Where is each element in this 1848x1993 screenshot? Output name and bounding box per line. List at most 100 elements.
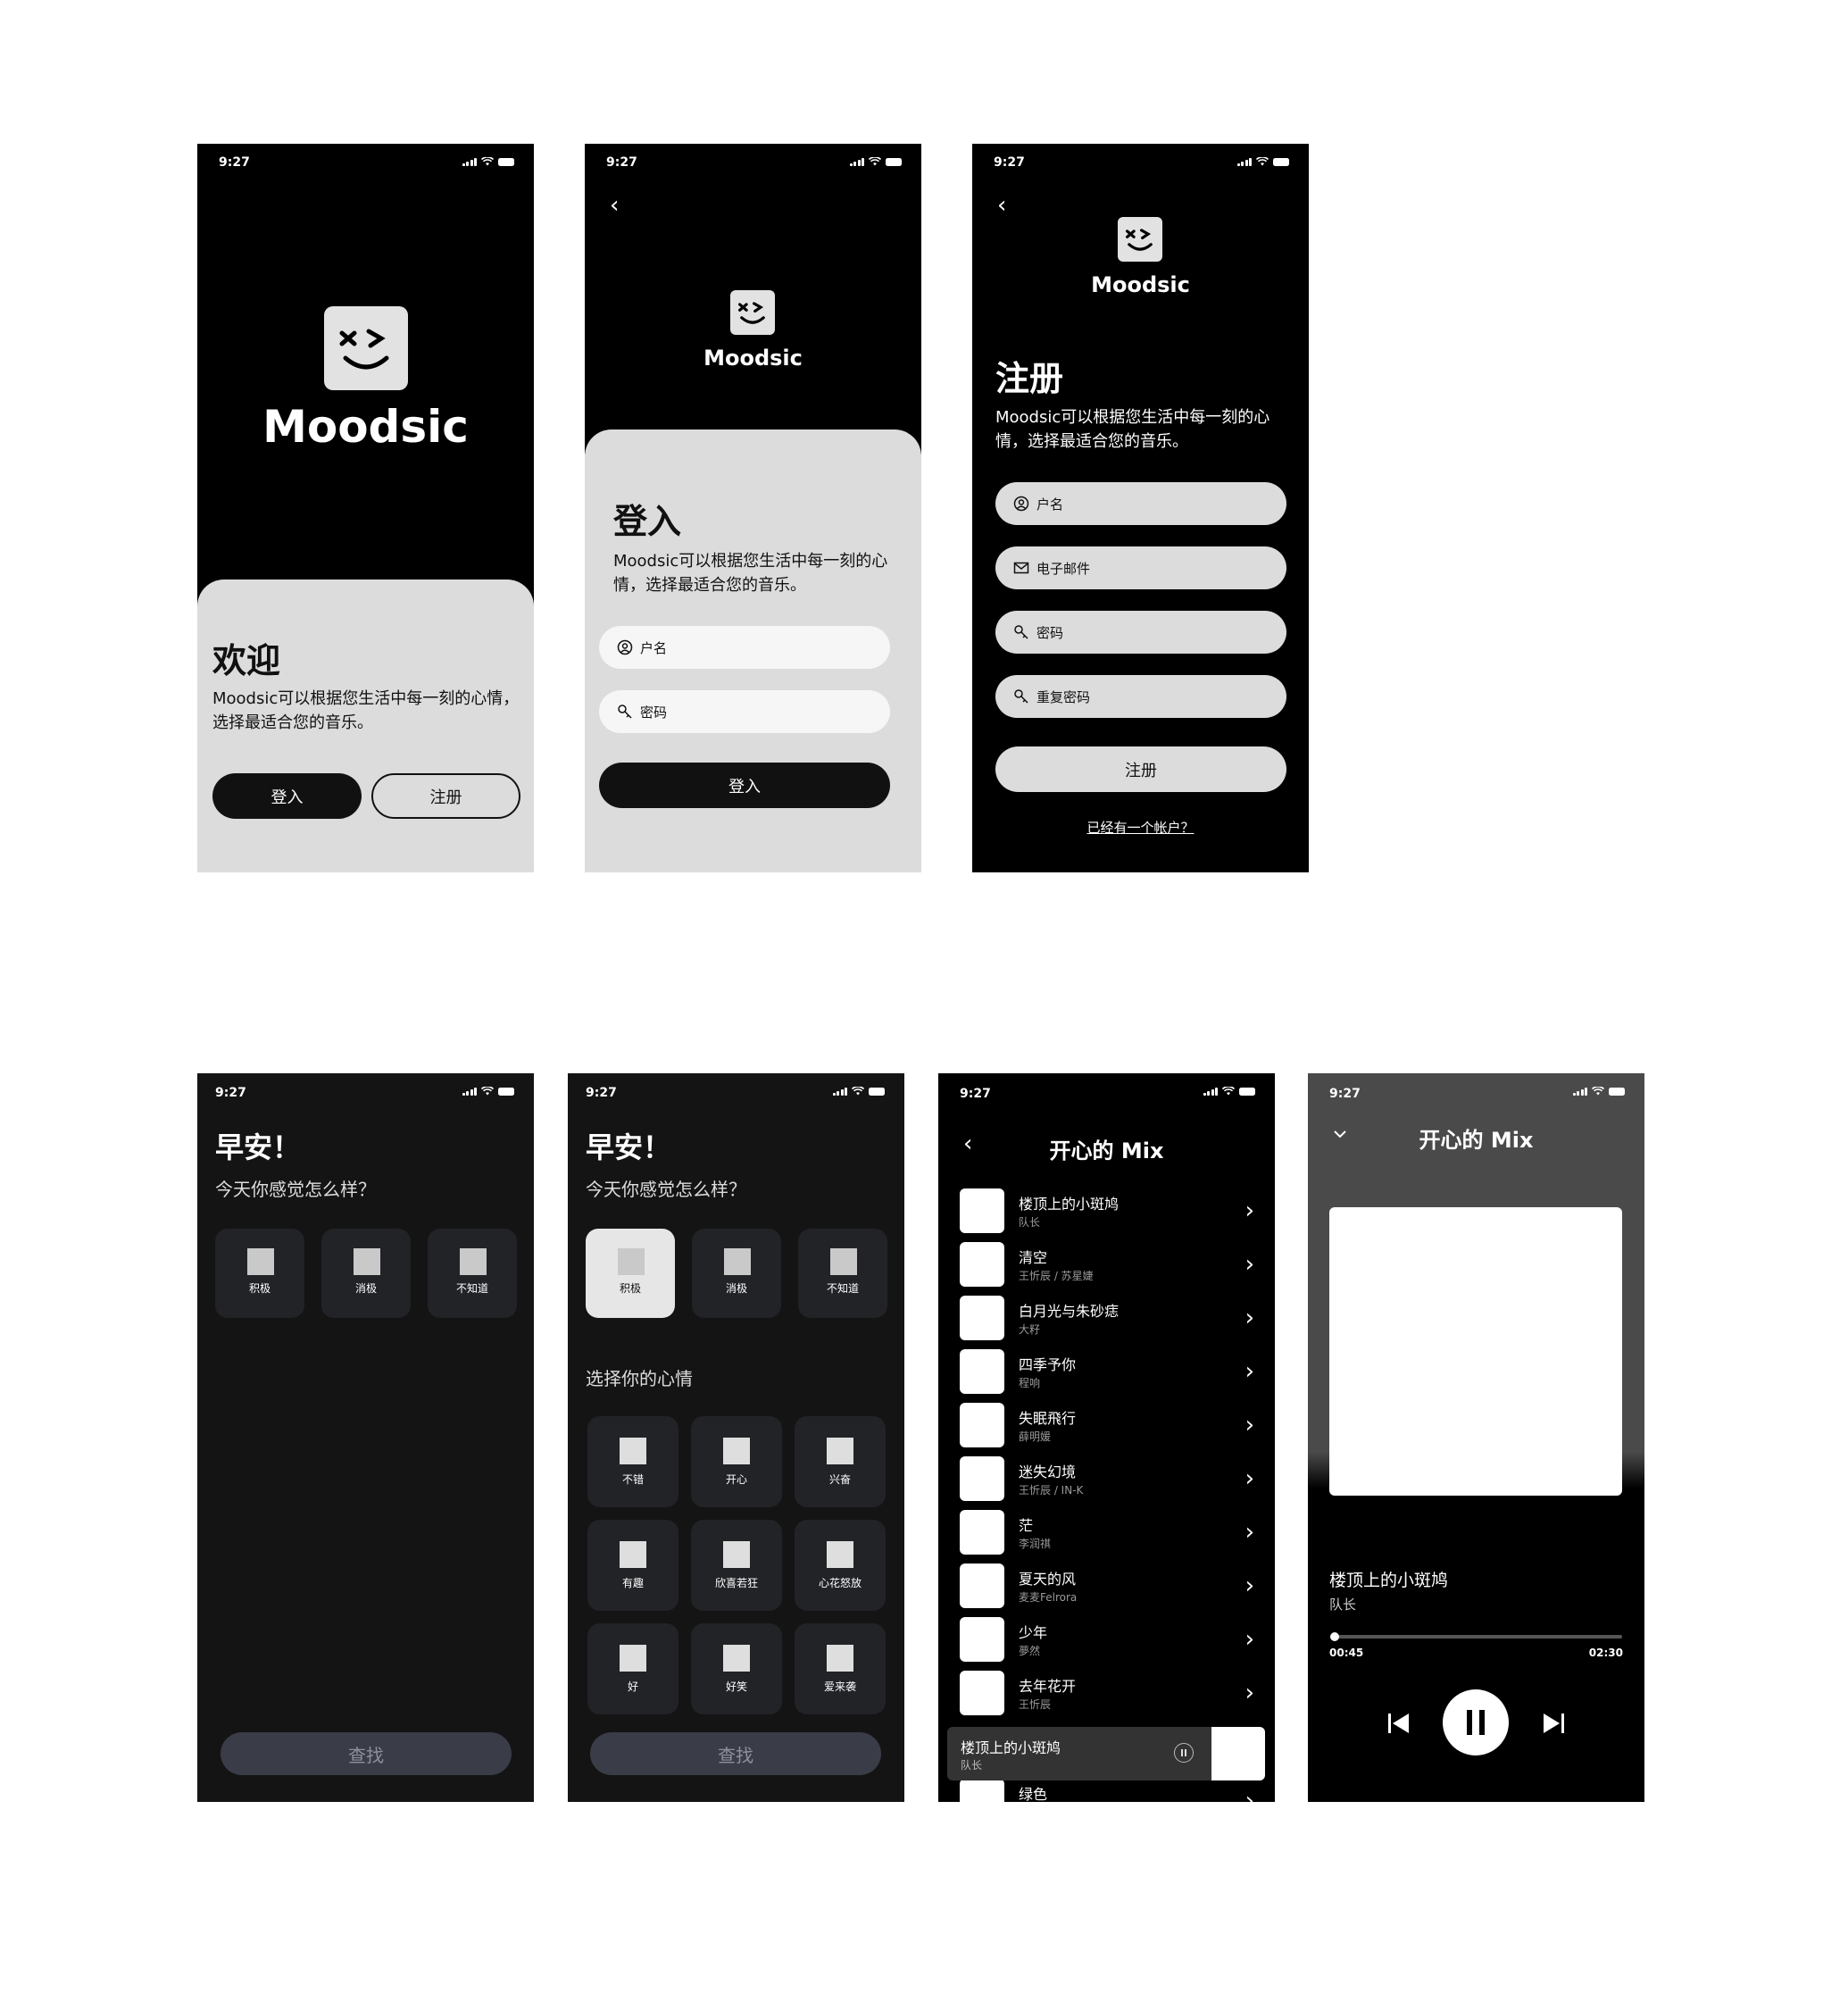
user-icon (1013, 496, 1029, 512)
category-positive-selected[interactable]: 积极 (586, 1229, 675, 1318)
mood-tile[interactable]: 兴奋 (795, 1416, 886, 1507)
mood-image (827, 1541, 853, 1568)
category-positive[interactable]: 积极 (215, 1229, 304, 1318)
mood-tile[interactable]: 有趣 (587, 1520, 678, 1611)
song-artist: 王忻辰 / IN-K (1019, 1484, 1084, 1497)
battery-icon (869, 1087, 885, 1096)
signal-icon (462, 1087, 477, 1096)
player-artist: 队长 (1329, 1597, 1357, 1613)
song-row[interactable]: 楼顶上的小斑鸠 队长 › (960, 1188, 1254, 1235)
song-artist: 麦麦Felrora (1019, 1591, 1078, 1604)
chevron-right-icon: › (1244, 1572, 1254, 1599)
email-field[interactable]: 电子邮件 (995, 546, 1286, 589)
category-negative[interactable]: 消极 (692, 1229, 781, 1318)
mood-image (723, 1645, 750, 1672)
find-button[interactable]: 查找 (221, 1732, 512, 1775)
song-artist: 李润祺 (1019, 1538, 1052, 1550)
password-field[interactable]: 密码 (995, 611, 1286, 654)
login-screen: 9:27 ‹ Moodsic 登入 Moodsic可以根据您生活中每一刻的心情，… (585, 144, 921, 872)
register-screen: 9:27 ‹ Moodsic 注册 Moodsic可以根据您生活中每一刻的心情，… (972, 144, 1309, 872)
category-image (354, 1248, 380, 1275)
song-title: 茫 (1019, 1517, 1034, 1534)
chevron-right-icon: › (1244, 1519, 1254, 1546)
song-row[interactable]: 茫李润祺 › (960, 1510, 1254, 1556)
mini-player-artist: 队长 (961, 1759, 983, 1772)
progress-track[interactable] (1330, 1632, 1622, 1641)
signal-icon (1236, 157, 1252, 166)
brand-name: Moodsic (1091, 272, 1190, 297)
signal-icon (1572, 1087, 1587, 1096)
mood-image (827, 1645, 853, 1672)
mini-player-title: 楼顶上的小斑鸠 (961, 1739, 1061, 1756)
progress-handle[interactable] (1330, 1632, 1339, 1641)
username-field[interactable]: 户名 (599, 626, 890, 669)
category-image (460, 1248, 487, 1275)
register-submit-button[interactable]: 注册 (995, 746, 1286, 792)
category-negative[interactable]: 消极 (321, 1229, 411, 1318)
album-art (960, 1456, 1004, 1501)
question: 今天你感觉怎么样？ (215, 1179, 376, 1200)
moodsic-logo-icon (1118, 217, 1162, 262)
player-song-title: 楼顶上的小斑鸠 (1329, 1571, 1449, 1590)
album-art (960, 1188, 1004, 1233)
mood-tile[interactable]: 不错 (587, 1416, 678, 1507)
previous-icon[interactable] (1386, 1710, 1412, 1737)
song-title: 清空 (1019, 1249, 1048, 1266)
battery-icon (1273, 157, 1289, 166)
song-row[interactable]: 四季予你 程响 › (960, 1349, 1254, 1396)
mood-tile[interactable]: 好笑 (691, 1623, 782, 1714)
repeat-password-placeholder: 重复密码 (1036, 688, 1091, 705)
mood-tile[interactable]: 心花怒放 (795, 1520, 886, 1611)
album-art (960, 1671, 1004, 1715)
username-placeholder: 户名 (640, 639, 668, 656)
song-row[interactable]: 少年 夢然 › (960, 1617, 1254, 1664)
category-unknown[interactable]: 不知道 (428, 1229, 517, 1318)
pause-icon[interactable] (1174, 1743, 1194, 1763)
category-label: 消极 (725, 1282, 747, 1295)
song-row[interactable]: 白月光与朱砂痣 大籽 › (960, 1296, 1254, 1342)
key-icon (1013, 624, 1029, 640)
chevron-right-icon: › (1244, 1358, 1254, 1385)
register-button[interactable]: 注册 (371, 773, 520, 819)
mood-tile[interactable]: 开心 (691, 1416, 782, 1507)
play-pause-button[interactable] (1443, 1689, 1509, 1755)
mini-player-art (1211, 1727, 1265, 1780)
back-chevron-icon[interactable]: ‹ (610, 194, 619, 217)
status-bar: 9:27 (197, 1073, 534, 1113)
wifi-icon (869, 157, 881, 166)
username-field[interactable]: 户名 (995, 482, 1286, 525)
greeting: 早安！ (215, 1130, 302, 1164)
login-button[interactable]: 登入 (212, 773, 362, 819)
key-icon (1013, 688, 1029, 705)
password-placeholder: 密码 (640, 704, 668, 721)
login-submit-button[interactable]: 登入 (599, 763, 890, 808)
category-image (618, 1248, 645, 1275)
username-placeholder: 户名 (1036, 496, 1064, 513)
song-row[interactable]: 去年花开 王忻辰 › (960, 1671, 1254, 1717)
album-art (960, 1617, 1004, 1662)
category-label: 消极 (354, 1282, 377, 1295)
album-art (960, 1296, 1004, 1340)
song-row[interactable]: 清空 王忻辰 / 苏星婕 › (960, 1242, 1254, 1288)
mood-tile[interactable]: 欣喜若狂 (691, 1520, 782, 1611)
song-row[interactable]: 夏天的风 麦麦Felrora › (960, 1564, 1254, 1610)
mood-tile[interactable]: 好 (587, 1623, 678, 1714)
song-row[interactable]: 失眠飛行 薛明媛 › (960, 1403, 1254, 1449)
song-row[interactable]: 绿色 › (960, 1779, 1254, 1802)
mood-label: 有趣 (621, 1577, 644, 1589)
mini-player[interactable]: 楼顶上的小斑鸠 队长 (947, 1727, 1265, 1780)
password-field[interactable]: 密码 (599, 690, 890, 733)
category-unknown[interactable]: 不知道 (798, 1229, 887, 1318)
album-art (960, 1242, 1004, 1287)
find-button[interactable]: 查找 (590, 1732, 881, 1775)
song-row[interactable]: 迷失幻境 王忻辰 / IN-K › (960, 1456, 1254, 1503)
have-account-link[interactable]: 已经有一个帐户？ (972, 818, 1309, 837)
repeat-password-field[interactable]: 重复密码 (995, 675, 1286, 718)
song-artist: 大籽 (1019, 1323, 1041, 1336)
mood-tile[interactable]: 爱来袭 (795, 1623, 886, 1714)
song-title: 迷失幻境 (1019, 1463, 1077, 1480)
next-icon[interactable] (1540, 1710, 1567, 1737)
mood-image (620, 1438, 646, 1464)
back-chevron-icon[interactable]: ‹ (997, 194, 1006, 217)
greeting: 早安！ (586, 1130, 672, 1164)
